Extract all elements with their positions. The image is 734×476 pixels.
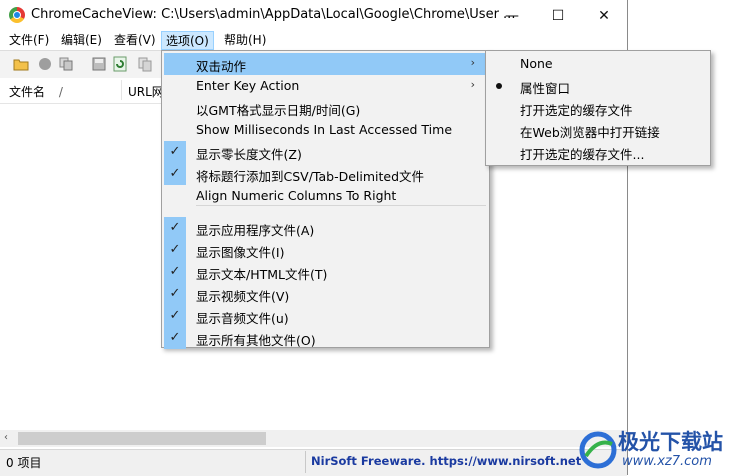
- aurora-logo-icon: [579, 431, 617, 469]
- options-menu-item[interactable]: ✓ 显示文本/HTML文件(T): [164, 261, 487, 283]
- submenu-item[interactable]: 在Web浏览器中打开链接: [488, 119, 708, 141]
- chrome-cache-app-icon: [9, 7, 25, 23]
- submenu-item[interactable]: 打开选定的缓存文件...: [488, 141, 708, 163]
- options-menu-item[interactable]: 以GMT格式显示日期/时间(G): [164, 97, 487, 119]
- scrollbar-thumb[interactable]: [18, 432, 266, 445]
- double-click-action-submenu: None 属性窗口打开选定的缓存文件在Web浏览器中打开链接 打开选定的缓存文件..…: [485, 50, 711, 166]
- copy-icon[interactable]: [137, 56, 153, 72]
- checkmark-icon: ✓: [164, 261, 186, 283]
- checkmark-icon: ✓: [164, 305, 186, 327]
- scroll-left-icon[interactable]: ‹: [4, 432, 8, 443]
- options-menu-item[interactable]: ✓ 显示视频文件(V): [164, 283, 487, 305]
- options-menu-item-label: 显示视频文件(V): [196, 289, 290, 304]
- watermark-logo: 极光下载站 www.xz7.com: [578, 424, 728, 474]
- watermark-brand: 极光下载站: [618, 430, 723, 454]
- options-menu-item-label: 显示音频文件(u): [196, 311, 289, 326]
- options-menu-item-label: 显示文本/HTML文件(T): [196, 267, 328, 282]
- options-menu-item-label: Show Milliseconds In Last Accessed Time: [196, 122, 453, 137]
- column-header-url[interactable]: URL网: [128, 83, 164, 100]
- status-divider: [305, 451, 306, 473]
- menu-edit[interactable]: 编辑(E): [57, 31, 106, 50]
- options-menu-item-label: Align Numeric Columns To Right: [196, 188, 397, 203]
- options-menu-item-label: 显示图像文件(I): [196, 245, 285, 260]
- submenu-item[interactable]: 打开选定的缓存文件: [488, 97, 708, 119]
- submenu-item-label: 打开选定的缓存文件: [520, 103, 633, 118]
- options-menu-item[interactable]: ✓ 显示图像文件(I): [164, 239, 487, 261]
- close-button[interactable]: ✕: [581, 0, 627, 31]
- submenu-item-label: 属性窗口: [520, 81, 571, 96]
- maximize-button[interactable]: ☐: [535, 0, 581, 31]
- radio-bullet-icon: [496, 83, 502, 89]
- copy-files-icon[interactable]: [58, 56, 74, 72]
- submenu-item-label: 在Web浏览器中打开链接: [520, 125, 660, 140]
- minimize-button[interactable]: —: [489, 0, 535, 31]
- options-menu-item[interactable]: ✓ 显示应用程序文件(A): [164, 217, 487, 239]
- submenu-arrow-icon: ›: [470, 78, 475, 91]
- save-icon[interactable]: [91, 56, 107, 72]
- column-divider[interactable]: [121, 80, 122, 100]
- options-menu-item[interactable]: Show Milliseconds In Last Accessed Time: [164, 119, 487, 141]
- checkmark-icon: ✓: [164, 239, 186, 261]
- checkmark-icon: ✓: [164, 163, 186, 185]
- checkmark-icon: ✓: [164, 283, 186, 305]
- column-header-filename[interactable]: 文件名 /: [9, 83, 63, 100]
- options-menu-item-label: 双击动作: [196, 59, 247, 74]
- title-bar[interactable]: ChromeCacheView: C:\Users\admin\AppData\…: [0, 0, 627, 31]
- menu-view[interactable]: 查看(V): [110, 31, 160, 50]
- options-menu-item[interactable]: ✓ 显示零长度文件(Z): [164, 141, 487, 163]
- menu-file[interactable]: 文件(F): [5, 31, 53, 50]
- menu-bar: 文件(F) 编辑(E) 查看(V) 选项(O) 帮助(H): [0, 31, 627, 50]
- options-dropdown-menu: 双击动作 › Enter Key Action › 以GMT格式显示日期/时间(G) Sh…: [161, 50, 490, 349]
- menu-separator: [196, 205, 486, 206]
- options-menu-item[interactable]: Align Numeric Columns To Right: [164, 185, 487, 207]
- options-menu-item-label: 将标题行添加到CSV/Tab-Delimited文件: [196, 169, 425, 184]
- options-menu-item-label: 显示应用程序文件(A): [196, 223, 315, 238]
- stop-icon[interactable]: [37, 56, 53, 72]
- options-menu-item[interactable]: ✓ 将标题行添加到CSV/Tab-Delimited文件: [164, 163, 487, 185]
- options-menu-item-label: 显示零长度文件(Z): [196, 147, 302, 162]
- submenu-item-label: None: [520, 56, 553, 71]
- refresh-icon[interactable]: [112, 56, 128, 72]
- options-menu-item[interactable]: Enter Key Action ›: [164, 75, 487, 97]
- options-menu-item[interactable]: ✓ 显示音频文件(u): [164, 305, 487, 327]
- checkmark-icon: ✓: [164, 217, 186, 239]
- sort-indicator-icon: /: [58, 85, 63, 99]
- nirsoft-link[interactable]: NirSoft Freeware. https://www.nirsoft.ne…: [311, 454, 581, 468]
- column-header-filename-label: 文件名: [9, 85, 46, 99]
- window-title: ChromeCacheView: C:\Users\admin\AppData\…: [31, 7, 516, 22]
- status-items-count: 0 项目: [6, 456, 42, 470]
- options-menu-item[interactable]: 双击动作 ›: [164, 53, 487, 75]
- options-menu-item-label: 以GMT格式显示日期/时间(G): [196, 103, 361, 118]
- submenu-item-label: 打开选定的缓存文件...: [520, 147, 645, 162]
- open-folder-icon[interactable]: [13, 56, 29, 72]
- options-menu-item-label: Enter Key Action: [196, 78, 300, 93]
- watermark-url: www.xz7.com: [622, 454, 712, 469]
- submenu-item[interactable]: 属性窗口: [488, 75, 708, 97]
- checkmark-icon: ✓: [164, 141, 186, 163]
- options-menu-item-label: 显示所有其他文件(O): [196, 333, 316, 348]
- submenu-item[interactable]: None: [488, 53, 708, 75]
- menu-options[interactable]: 选项(O): [161, 31, 214, 50]
- options-menu-item[interactable]: ✓ 显示所有其他文件(O): [164, 327, 487, 349]
- checkmark-icon: ✓: [164, 327, 186, 349]
- submenu-arrow-icon: ›: [470, 56, 475, 69]
- menu-help[interactable]: 帮助(H): [220, 31, 270, 50]
